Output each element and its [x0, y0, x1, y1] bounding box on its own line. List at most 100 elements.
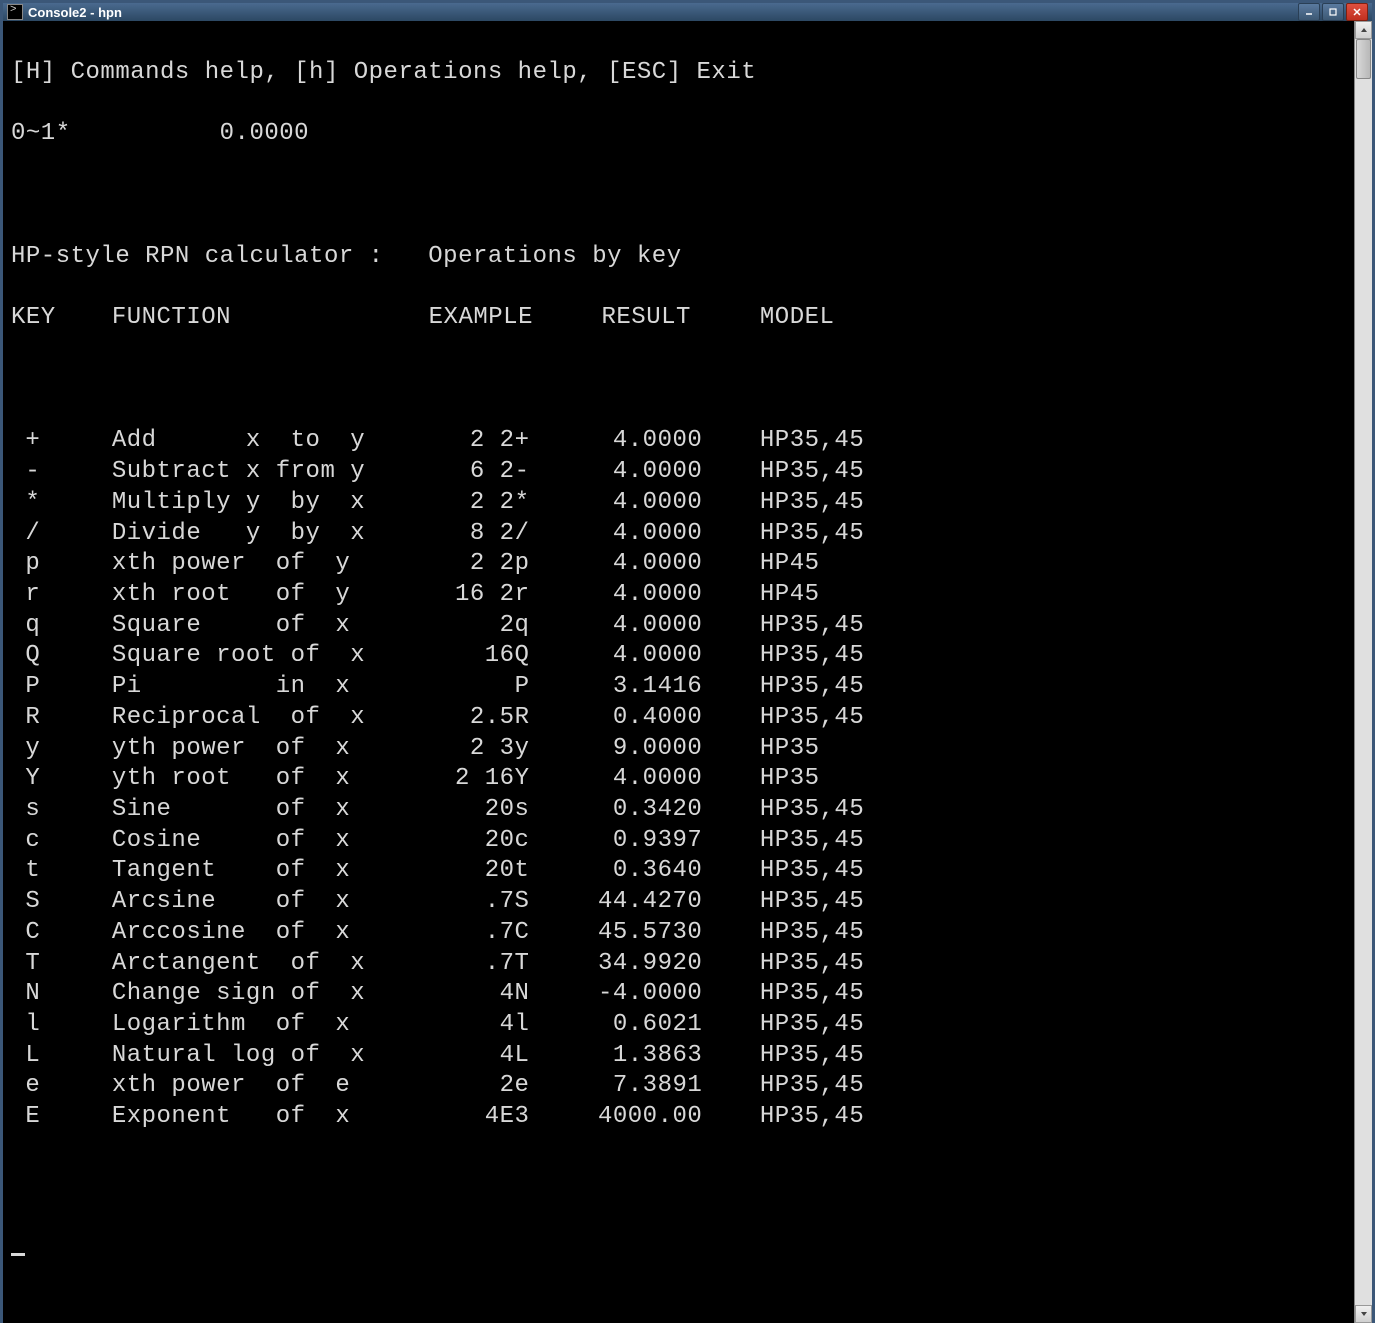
cell-result: 4.0000 — [587, 549, 760, 580]
cell-example: 20t — [429, 856, 587, 887]
table-row: SArcsine of x.7S44.4270HP35,45 — [11, 887, 1346, 918]
cell-model: HP45 — [760, 549, 820, 580]
table-row: cCosine of x20c0.9397HP35,45 — [11, 826, 1346, 857]
table-row: TArctangent of x.7T34.9920HP35,45 — [11, 949, 1346, 980]
cell-model: HP35,45 — [760, 426, 864, 457]
cell-func: Multiply y by x — [112, 488, 429, 519]
console-area: [H] Commands help, [h] Operations help, … — [3, 21, 1372, 1323]
status-line: 0~1* 0.0000 — [11, 119, 1346, 150]
minimize-button[interactable] — [1298, 3, 1320, 21]
cell-example: 4L — [429, 1041, 587, 1072]
col-func-header: FUNCTION — [112, 303, 429, 334]
cell-func: Natural log of x — [112, 1041, 429, 1072]
cell-key: s — [11, 795, 112, 826]
scroll-thumb[interactable] — [1356, 39, 1371, 79]
cell-result: 4.0000 — [587, 426, 760, 457]
cell-key: e — [11, 1071, 112, 1102]
titlebar[interactable]: Console2 - hpn — [3, 3, 1372, 21]
blank-line — [11, 365, 1346, 396]
scroll-up-button[interactable] — [1355, 21, 1372, 39]
cell-func: xth power of e — [112, 1071, 429, 1102]
table-row: pxth power of y2 2p4.0000HP45 — [11, 549, 1346, 580]
cell-key: - — [11, 457, 112, 488]
cell-func: Subtract x from y — [112, 457, 429, 488]
cell-model: HP35,45 — [760, 826, 864, 857]
cell-result: 0.6021 — [587, 1010, 760, 1041]
cell-model: HP45 — [760, 580, 820, 611]
cell-model: HP35,45 — [760, 611, 864, 642]
cell-result: -4.0000 — [587, 979, 760, 1010]
cell-func: Add x to y — [112, 426, 429, 457]
cell-example: 2 3y — [429, 734, 587, 765]
cell-key: E — [11, 1102, 112, 1133]
window-controls — [1298, 3, 1368, 21]
cell-key: t — [11, 856, 112, 887]
cursor-line — [11, 1225, 1346, 1256]
cell-example: 2q — [429, 611, 587, 642]
cell-result: 45.5730 — [587, 918, 760, 949]
cell-func: Arcsine of x — [112, 887, 429, 918]
cell-result: 0.3420 — [587, 795, 760, 826]
cell-result: 4.0000 — [587, 488, 760, 519]
table-row: qSquare of x2q4.0000HP35,45 — [11, 611, 1346, 642]
cell-func: yth root of x — [112, 764, 429, 795]
cell-key: c — [11, 826, 112, 857]
cell-model: HP35,45 — [760, 949, 864, 980]
cell-model: HP35,45 — [760, 703, 864, 734]
cell-result: 1.3863 — [587, 1041, 760, 1072]
cell-key: q — [11, 611, 112, 642]
cell-example: 16 2r — [429, 580, 587, 611]
maximize-button[interactable] — [1322, 3, 1344, 21]
cell-model: HP35,45 — [760, 1102, 864, 1133]
cursor-icon — [11, 1253, 25, 1256]
cell-result: 34.9920 — [587, 949, 760, 980]
table-row: yyth power of x2 3y9.0000HP35 — [11, 734, 1346, 765]
cell-key: l — [11, 1010, 112, 1041]
blank-line — [11, 1164, 1346, 1195]
header-row: KEYFUNCTIONEXAMPLERESULTMODEL — [11, 303, 1346, 334]
cell-func: Square of x — [112, 611, 429, 642]
cell-key: P — [11, 672, 112, 703]
scroll-track[interactable] — [1355, 39, 1372, 1305]
cell-model: HP35,45 — [760, 457, 864, 488]
cell-key: T — [11, 949, 112, 980]
window-title: Console2 - hpn — [28, 5, 1298, 20]
cell-model: HP35,45 — [760, 918, 864, 949]
table-row: +Add x to y2 2+4.0000HP35,45 — [11, 426, 1346, 457]
cell-example: 16Q — [429, 641, 587, 672]
cell-func: Square root of x — [112, 641, 429, 672]
table-row: NChange sign of x4N-4.0000HP35,45 — [11, 979, 1346, 1010]
vertical-scrollbar[interactable] — [1354, 21, 1372, 1323]
cell-model: HP35,45 — [760, 519, 864, 550]
table-row: -Subtract x from y6 2-4.0000HP35,45 — [11, 457, 1346, 488]
cell-result: 0.9397 — [587, 826, 760, 857]
cell-result: 0.3640 — [587, 856, 760, 887]
scroll-down-button[interactable] — [1355, 1305, 1372, 1323]
table-row: /Divide y by x8 2/4.0000HP35,45 — [11, 519, 1346, 550]
console-window: Console2 - hpn [H] Commands help, [h] Op… — [0, 0, 1375, 1001]
console-output[interactable]: [H] Commands help, [h] Operations help, … — [3, 21, 1354, 1323]
cell-key: r — [11, 580, 112, 611]
close-button[interactable] — [1346, 3, 1368, 21]
cell-key: + — [11, 426, 112, 457]
cell-result: 4.0000 — [587, 457, 760, 488]
cell-func: Divide y by x — [112, 519, 429, 550]
cell-func: Pi in x — [112, 672, 429, 703]
cell-result: 4.0000 — [587, 611, 760, 642]
cell-func: Arctangent of x — [112, 949, 429, 980]
cell-model: HP35 — [760, 734, 820, 765]
cell-example: 6 2- — [429, 457, 587, 488]
cell-example: 4l — [429, 1010, 587, 1041]
cell-model: HP35 — [760, 764, 820, 795]
cell-example: 2.5R — [429, 703, 587, 734]
cell-example: 20s — [429, 795, 587, 826]
cell-model: HP35,45 — [760, 795, 864, 826]
cell-key: * — [11, 488, 112, 519]
table-row: RReciprocal of x2.5R0.4000HP35,45 — [11, 703, 1346, 734]
col-result-header: RESULT — [601, 303, 759, 334]
cell-result: 4000.00 — [587, 1102, 760, 1133]
cell-model: HP35,45 — [760, 488, 864, 519]
cell-key: y — [11, 734, 112, 765]
cell-example: 2 16Y — [429, 764, 587, 795]
cell-func: xth root of y — [112, 580, 429, 611]
